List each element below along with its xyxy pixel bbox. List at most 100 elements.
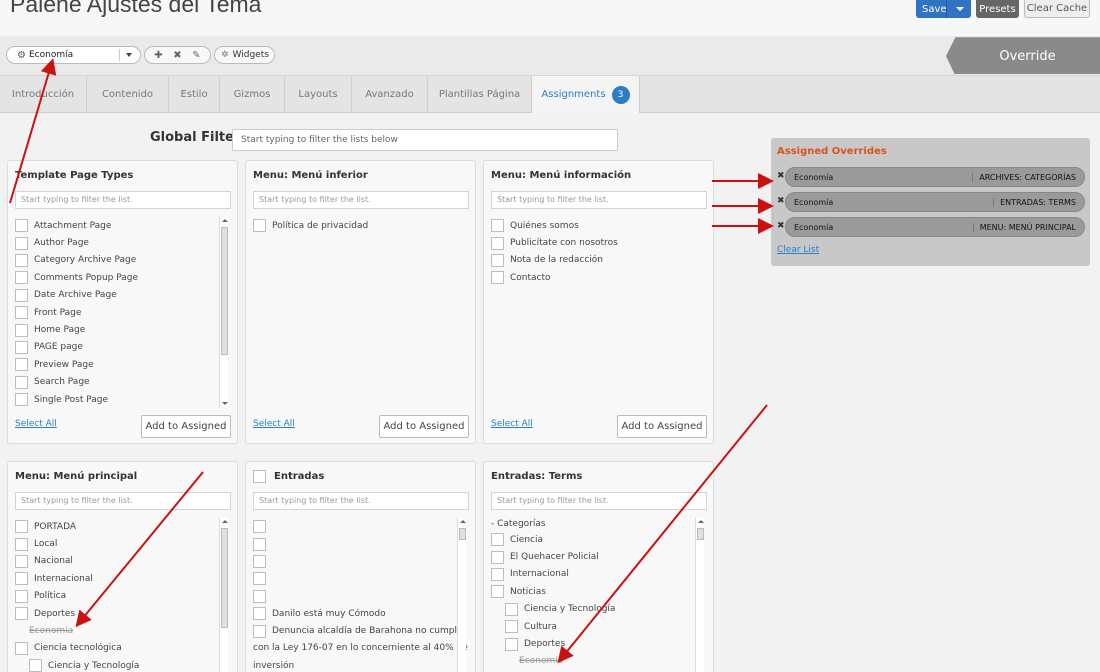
checkbox[interactable] <box>29 659 42 672</box>
checkbox[interactable] <box>253 572 266 586</box>
list-item[interactable]: PORTADA <box>15 518 139 535</box>
checkbox[interactable] <box>15 340 28 354</box>
panel-filter-input[interactable]: Start typing to filter the list. <box>491 492 707 510</box>
list-item[interactable]: PAGE page <box>15 339 138 356</box>
checkbox[interactable] <box>15 375 28 389</box>
list-item[interactable]: Danilo está muy Cómodo <box>253 605 468 622</box>
panel-filter-input[interactable]: Start typing to filter the list. <box>253 492 469 510</box>
checkbox[interactable] <box>491 236 504 250</box>
list-item[interactable] <box>253 570 468 587</box>
list-item[interactable]: Preview Page <box>15 356 138 373</box>
checkbox[interactable] <box>15 219 28 233</box>
list-item[interactable]: Nacional <box>15 553 139 570</box>
save-button[interactable]: Save <box>916 0 971 18</box>
add-to-assigned-button[interactable]: Add to Assigned <box>141 415 231 438</box>
select-all-link[interactable]: Select All <box>253 419 295 429</box>
edit-icon[interactable]: ✎ <box>192 50 200 61</box>
list-item[interactable]: Front Page <box>15 304 138 321</box>
list-item[interactable]: Quiénes somos <box>491 217 618 234</box>
list-item[interactable]: Política de privacidad <box>253 217 368 234</box>
tab-estilo[interactable]: Estilo <box>169 76 220 113</box>
presets-button[interactable]: Presets <box>976 0 1019 18</box>
checkbox[interactable] <box>15 236 28 250</box>
checkbox[interactable] <box>15 288 28 302</box>
checkbox[interactable] <box>491 271 504 285</box>
checkbox[interactable] <box>491 219 504 233</box>
checkbox[interactable] <box>253 520 266 534</box>
list-item[interactable]: Ciencia tecnológica <box>15 640 139 657</box>
clear-list-link[interactable]: Clear List <box>777 245 819 255</box>
checkbox[interactable] <box>15 554 28 568</box>
override-select[interactable]: ⚙ Economía <box>6 46 141 64</box>
list-item[interactable]: Local <box>15 535 139 552</box>
checkbox[interactable] <box>491 253 504 267</box>
checkbox[interactable] <box>253 219 266 233</box>
panel-filter-input[interactable]: Start typing to filter the list. <box>491 191 707 209</box>
list-item[interactable]: Política <box>15 588 139 605</box>
list-item[interactable]: Publicítate con nosotros <box>491 234 618 251</box>
select-all-link[interactable]: Select All <box>15 419 57 429</box>
checkbox[interactable] <box>15 323 28 337</box>
tab-introduccion[interactable]: Introducción <box>0 76 87 113</box>
list-item[interactable]: Search Page <box>15 374 138 391</box>
list-item[interactable]: Internacional <box>491 566 615 583</box>
list-item[interactable]: Ciencia <box>491 531 615 548</box>
checkbox[interactable] <box>491 585 504 599</box>
checkbox[interactable] <box>15 607 28 621</box>
checkbox[interactable] <box>15 358 28 372</box>
panel-filter-input[interactable]: Start typing to filter the list. <box>253 191 469 209</box>
panel-filter-input[interactable]: Start typing to filter the list. <box>15 492 231 510</box>
checkbox[interactable] <box>15 537 28 551</box>
checkbox[interactable] <box>15 306 28 320</box>
checkbox[interactable] <box>505 602 518 616</box>
list-item[interactable] <box>253 535 468 552</box>
checkbox[interactable] <box>253 607 266 621</box>
checkbox[interactable] <box>15 641 28 655</box>
tab-avanzado[interactable]: Avanzado <box>352 76 428 113</box>
list-scrollbar[interactable] <box>695 518 704 672</box>
checkbox[interactable] <box>15 393 28 407</box>
checkbox[interactable] <box>253 624 266 638</box>
tab-assignments[interactable]: Assignments 3 <box>532 76 640 113</box>
checkbox[interactable] <box>15 589 28 603</box>
checkbox[interactable] <box>505 637 518 651</box>
add-icon[interactable]: ✚ <box>154 50 162 61</box>
list-item[interactable]: Category Archive Page <box>15 252 138 269</box>
clear-cache-button[interactable]: Clear Cache <box>1024 0 1090 18</box>
list-item[interactable]: Attachment Page <box>15 217 138 234</box>
add-to-assigned-button[interactable]: Add to Assigned <box>379 415 469 438</box>
list-item[interactable]: Deportes <box>491 635 615 652</box>
list-item[interactable]: El Quehacer Policial <box>491 548 615 565</box>
list-item[interactable]: Internacional <box>15 570 139 587</box>
delete-icon[interactable]: ✖ <box>173 50 181 61</box>
checkbox[interactable] <box>15 520 28 534</box>
list-item[interactable] <box>253 553 468 570</box>
list-scrollbar[interactable] <box>457 518 466 672</box>
widgets-button[interactable]: ✲ Widgets <box>214 46 275 64</box>
list-item[interactable]: Home Page <box>15 321 138 338</box>
checkbox[interactable] <box>15 572 28 586</box>
tab-gizmos[interactable]: Gizmos <box>220 76 285 113</box>
list-item[interactable]: Author Page <box>15 234 138 251</box>
checkbox[interactable] <box>491 550 504 564</box>
tab-plantillas-pagina[interactable]: Plantillas Página <box>428 76 532 113</box>
checkbox[interactable] <box>253 537 266 551</box>
add-to-assigned-button[interactable]: Add to Assigned <box>617 415 707 438</box>
save-dropdown-icon[interactable] <box>956 7 964 11</box>
checkbox[interactable] <box>253 589 266 603</box>
list-scrollbar[interactable] <box>219 217 228 407</box>
panel-filter-input[interactable]: Start typing to filter the list. <box>15 191 231 209</box>
list-item[interactable]: Date Archive Page <box>15 287 138 304</box>
override-toggle[interactable]: Override <box>946 37 1100 75</box>
list-item[interactable]: Comments Popup Page <box>15 269 138 286</box>
checkbox[interactable] <box>491 567 504 581</box>
tab-layouts[interactable]: Layouts <box>285 76 352 113</box>
list-item[interactable]: Single Post Page <box>15 391 138 408</box>
checkbox[interactable] <box>15 253 28 267</box>
remove-icon[interactable]: ✖ <box>777 171 785 181</box>
checkbox[interactable] <box>253 554 266 568</box>
checkbox[interactable] <box>505 620 518 634</box>
select-all-link[interactable]: Select All <box>491 419 533 429</box>
list-item[interactable]: Noticias <box>491 583 615 600</box>
list-item[interactable]: Deportes <box>15 605 139 622</box>
